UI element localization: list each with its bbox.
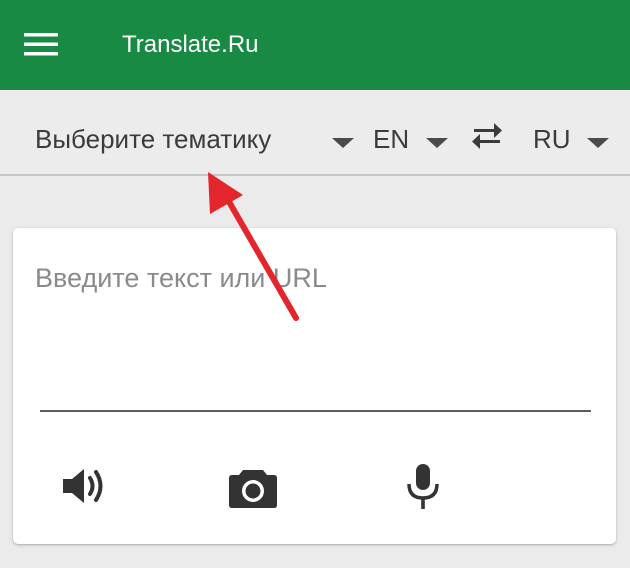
app-title: Translate.Ru bbox=[122, 31, 259, 58]
language-toolbar: Выберите тематику EN RU bbox=[0, 90, 630, 176]
input-card: Введите текст или URL bbox=[13, 228, 616, 544]
speaker-icon[interactable] bbox=[59, 460, 111, 512]
topic-dropdown-icon[interactable] bbox=[332, 138, 354, 148]
topic-select[interactable]: Выберите тематику bbox=[35, 123, 271, 155]
input-underline bbox=[40, 410, 591, 412]
camera-icon[interactable] bbox=[227, 460, 279, 512]
target-language-dropdown-icon[interactable] bbox=[587, 138, 609, 148]
source-language-dropdown-icon[interactable] bbox=[426, 138, 448, 148]
hamburger-menu-icon[interactable] bbox=[22, 30, 62, 58]
text-input[interactable]: Введите текст или URL bbox=[35, 260, 595, 300]
target-language-select[interactable]: RU bbox=[533, 123, 571, 155]
app-bar: Translate.Ru bbox=[0, 0, 630, 90]
swap-arrows-icon[interactable] bbox=[468, 120, 506, 152]
microphone-icon[interactable] bbox=[397, 460, 449, 512]
source-language-select[interactable]: EN bbox=[373, 123, 409, 155]
